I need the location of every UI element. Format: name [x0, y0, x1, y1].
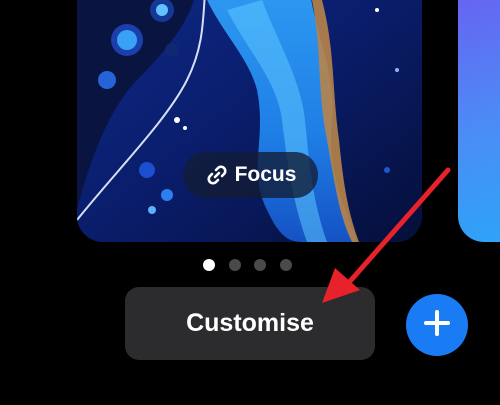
page-dot-4[interactable] — [279, 259, 292, 271]
focus-label: Focus — [234, 163, 297, 186]
page-dot-1[interactable] — [203, 259, 215, 271]
page-dot-3[interactable] — [254, 259, 266, 271]
page-indicator[interactable] — [203, 259, 292, 271]
wallpaper-artwork — [77, 0, 422, 242]
wallpaper-preview-card[interactable] — [77, 0, 422, 242]
focus-link-pill[interactable]: Focus — [183, 152, 318, 198]
plus-icon — [422, 308, 452, 343]
page-dot-2[interactable] — [228, 259, 241, 271]
wallpaper-gallery-screen: Focus Customise — [0, 0, 500, 405]
link-icon — [205, 163, 229, 187]
next-wallpaper-card[interactable] — [458, 0, 500, 242]
customise-button[interactable]: Customise — [125, 287, 375, 360]
add-wallpaper-button[interactable] — [406, 294, 468, 356]
